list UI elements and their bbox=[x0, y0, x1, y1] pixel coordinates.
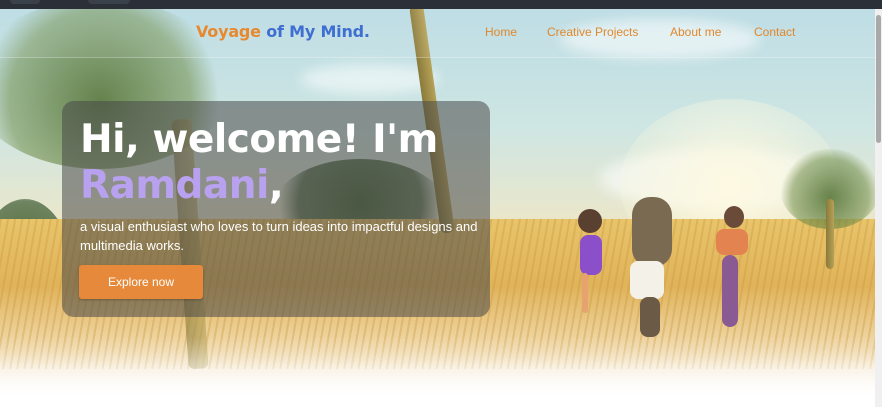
hero-card: Hi, welcome! I'm Ramdani, a visual enthu… bbox=[62, 101, 490, 317]
explore-now-button[interactable]: Explore now bbox=[79, 265, 203, 299]
browser-tab-edge bbox=[88, 0, 130, 4]
child-figure-head bbox=[578, 209, 602, 233]
nav-creative-projects[interactable]: Creative Projects bbox=[547, 25, 638, 39]
scrollbar-thumb[interactable] bbox=[876, 15, 881, 143]
child-figure-body bbox=[580, 235, 602, 275]
browser-tab-edge bbox=[10, 0, 40, 4]
child-figure-body bbox=[716, 229, 748, 255]
page-scrollbar[interactable] bbox=[875, 9, 882, 407]
nav-about-me[interactable]: About me bbox=[670, 25, 721, 39]
girl-figure-body bbox=[630, 261, 664, 299]
hero-name-suffix: , bbox=[268, 163, 284, 208]
navbar: Voyage of My Mind. Home Creative Project… bbox=[0, 9, 875, 58]
nav-contact[interactable]: Contact bbox=[754, 25, 795, 39]
brand-part1: Voyage bbox=[196, 22, 261, 41]
child-figure-dress bbox=[722, 255, 738, 327]
nav-home[interactable]: Home bbox=[485, 25, 517, 39]
hero-name: Ramdani bbox=[80, 163, 269, 208]
child-figure-leg bbox=[582, 273, 588, 313]
palm-trunk-right bbox=[826, 199, 834, 269]
hero-description: a visual enthusiast who loves to turn id… bbox=[80, 219, 478, 253]
child-figure-head bbox=[724, 206, 744, 228]
hero-name-line: Ramdani, bbox=[80, 163, 284, 208]
girl-figure-hair bbox=[632, 197, 672, 267]
brand-logo[interactable]: Voyage of My Mind. bbox=[196, 22, 370, 41]
bottom-fade bbox=[0, 337, 875, 407]
girl-figure-legs bbox=[640, 297, 660, 337]
browser-top-edge bbox=[0, 0, 882, 9]
hero-greeting: Hi, welcome! I'm bbox=[80, 117, 438, 162]
brand-part2: of My Mind. bbox=[260, 22, 370, 41]
